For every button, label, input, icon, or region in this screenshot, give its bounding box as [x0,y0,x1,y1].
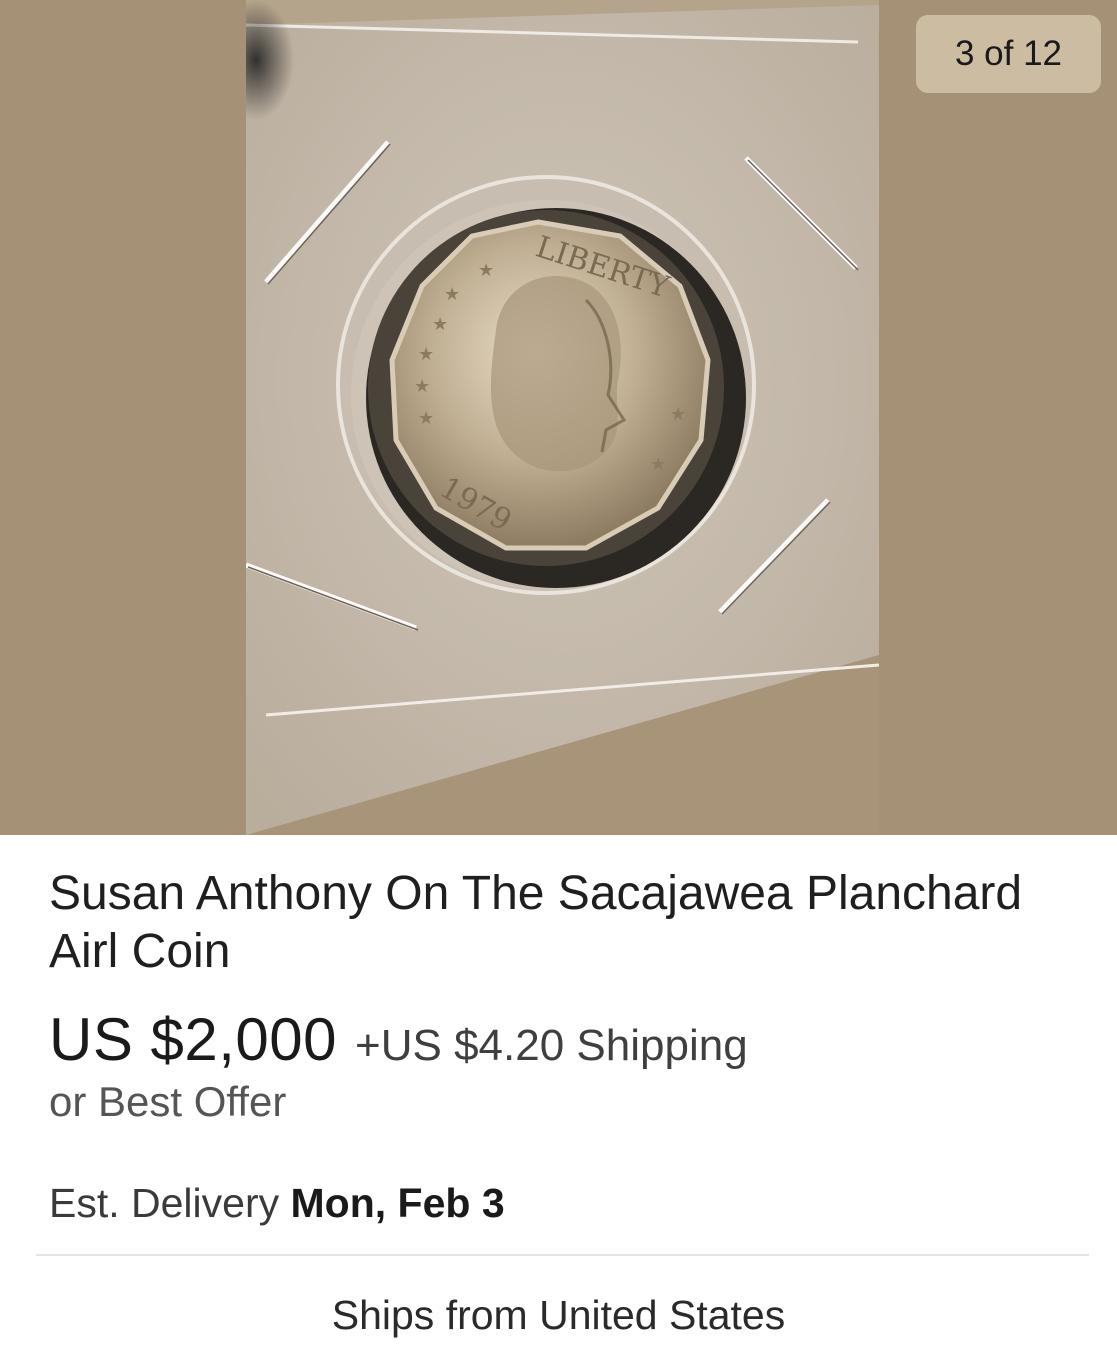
svg-text:★: ★ [444,284,460,305]
divider [36,1254,1089,1256]
price: US $2,000 [49,1006,338,1073]
product-photo[interactable]: ★ ★ ★ ★ ★ ★ ★ ★ LIBERTY 1979 [246,0,879,835]
delivery-date: Mon, Feb 3 [290,1180,505,1226]
estimated-delivery: Est. Delivery Mon, Feb 3 [49,1180,505,1227]
shipping-cost: +US $4.20 Shipping [355,1021,748,1070]
svg-text:★: ★ [478,260,494,281]
image-gallery[interactable]: ★ ★ ★ ★ ★ ★ ★ ★ LIBERTY 1979 3 of 12 [0,0,1117,835]
svg-text:★: ★ [650,454,666,475]
svg-text:★: ★ [418,408,434,429]
svg-text:★: ★ [418,344,434,365]
listing-title: Susan Anthony On The Sacajawea Planchard… [49,867,1023,978]
listing-info: Susan Anthony On The Sacajawea Planchard… [0,835,1117,1372]
ships-from: Ships from United States [331,1292,786,1338]
image-counter-badge: 3 of 12 [916,15,1101,93]
svg-text:★: ★ [670,404,686,425]
svg-text:★: ★ [432,314,448,335]
best-offer-label: or Best Offer [49,1078,287,1125]
svg-text:★: ★ [414,376,430,397]
delivery-label: Est. Delivery [49,1180,280,1226]
price-row: US $2,000 +US $4.20 Shipping [49,1005,748,1074]
